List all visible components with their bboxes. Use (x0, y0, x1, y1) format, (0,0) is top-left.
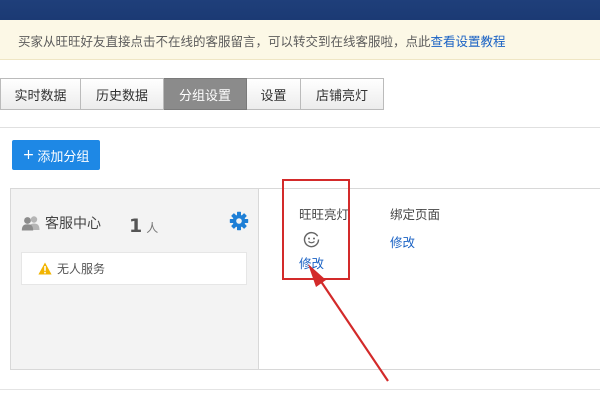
status-text: 无人服务 (57, 262, 106, 276)
tab-store-light[interactable]: 店铺亮灯 (301, 78, 384, 110)
top-navigation-bar (0, 0, 600, 20)
group-card: 客服中心 1 人 无人服务 (11, 189, 259, 369)
group-member-count: 1 人 (129, 215, 158, 237)
member-count-unit: 人 (146, 221, 159, 235)
bind-page-header: 绑定页面 (390, 207, 441, 222)
divider (0, 127, 600, 128)
tab-history-data[interactable]: 历史数据 (81, 78, 164, 110)
group-name: 客服中心 (45, 216, 101, 232)
group-header: 客服中心 (21, 213, 101, 233)
tab-realtime-data[interactable]: 实时数据 (0, 78, 81, 110)
plus-icon: + (22, 147, 35, 163)
tutorial-link[interactable]: 查看设置教程 (431, 34, 506, 49)
tab-group-settings[interactable]: 分组设置 (164, 78, 247, 110)
bottom-divider (0, 389, 600, 390)
status-box: 无人服务 (21, 252, 247, 285)
bind-page-edit-link[interactable]: 修改 (390, 232, 415, 251)
member-count-number: 1 (129, 215, 143, 237)
add-group-label: 添加分组 (37, 149, 90, 165)
user-group-icon (21, 216, 40, 231)
warning-icon (38, 262, 52, 275)
notice-text: 买家从旺旺好友直接点击不在线的客服留言，可以转交到在线客服啦，点此查看设置教程 (18, 31, 506, 50)
highlight-box (282, 179, 350, 280)
add-group-button[interactable]: + 添加分组 (12, 140, 100, 170)
tab-bar: 实时数据 历史数据 分组设置 设置 店铺亮灯 (0, 78, 384, 110)
tab-settings[interactable]: 设置 (247, 78, 301, 110)
gear-icon[interactable] (229, 211, 249, 231)
notice-banner: 买家从旺旺好友直接点击不在线的客服留言，可以转交到在线客服啦，点此查看设置教程 (0, 20, 600, 60)
notice-message: 买家从旺旺好友直接点击不在线的客服留言，可以转交到在线客服啦，点此 (18, 34, 431, 49)
